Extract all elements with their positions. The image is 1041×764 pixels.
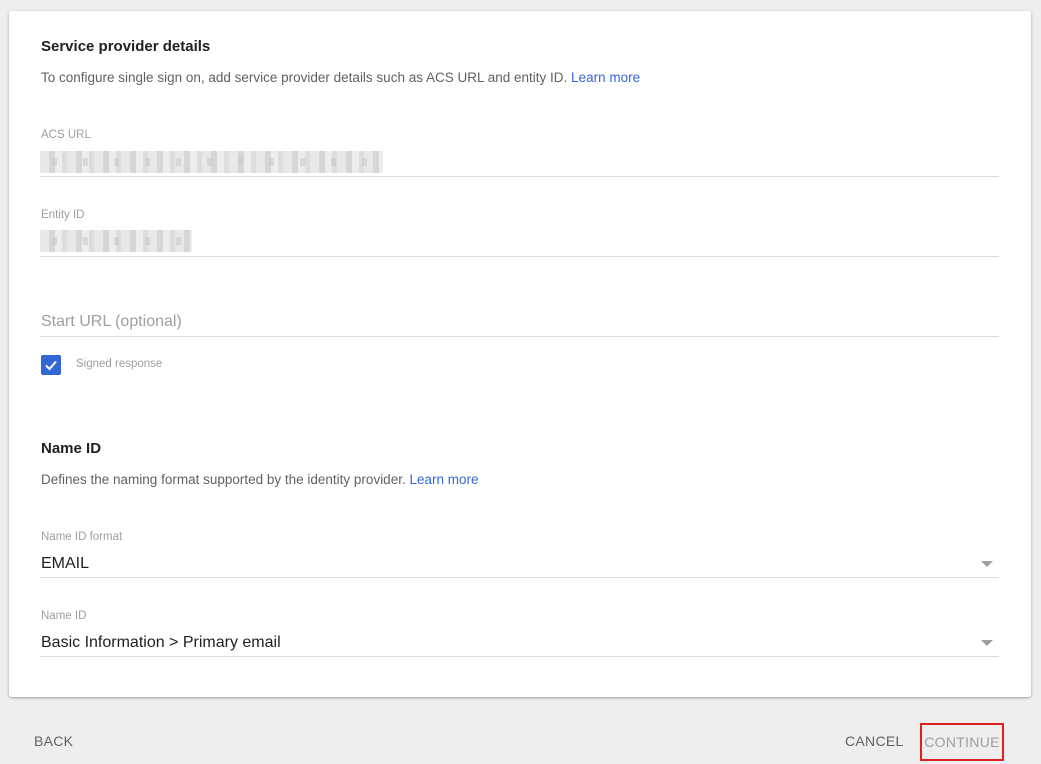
service-provider-title: Service provider details bbox=[41, 38, 211, 55]
entity-id-label: Entity ID bbox=[41, 209, 85, 221]
continue-button-label: CONTINUE bbox=[924, 734, 1000, 750]
check-icon bbox=[45, 360, 57, 371]
dropdown-arrow-icon bbox=[981, 640, 993, 646]
name-id-format-select[interactable]: EMAIL bbox=[40, 551, 999, 577]
continue-button[interactable]: CONTINUE bbox=[920, 723, 1004, 761]
cancel-button[interactable]: CANCEL bbox=[845, 733, 904, 749]
sso-config-card: Service provider details To configure si… bbox=[9, 11, 1031, 697]
name-id-label: Name ID bbox=[41, 610, 87, 622]
dropdown-arrow-icon bbox=[981, 561, 993, 567]
name-id-value: Basic Information > Primary email bbox=[41, 634, 281, 651]
service-provider-description: To configure single sign on, add service… bbox=[41, 70, 568, 85]
start-url-underline bbox=[40, 336, 999, 337]
name-id-description-row: Defines the naming format supported by t… bbox=[41, 472, 479, 487]
name-id-format-label: Name ID format bbox=[41, 531, 123, 543]
name-id-underline bbox=[40, 656, 999, 657]
signed-response-label: Signed response bbox=[76, 358, 163, 370]
name-id-select[interactable]: Basic Information > Primary email bbox=[40, 630, 999, 656]
entity-id-field[interactable] bbox=[40, 230, 192, 252]
service-provider-learn-more-link[interactable]: Learn more bbox=[571, 70, 640, 85]
name-id-format-underline bbox=[40, 577, 999, 578]
service-provider-description-row: To configure single sign on, add service… bbox=[41, 70, 640, 85]
name-id-format-value: EMAIL bbox=[41, 555, 90, 572]
name-id-description: Defines the naming format supported by t… bbox=[41, 472, 406, 487]
start-url-input[interactable]: Start URL (optional) bbox=[41, 313, 182, 331]
entity-id-underline bbox=[40, 256, 999, 257]
acs-url-label: ACS URL bbox=[41, 129, 91, 141]
name-id-learn-more-link[interactable]: Learn more bbox=[409, 472, 478, 487]
back-button[interactable]: BACK bbox=[34, 733, 73, 749]
name-id-section-title: Name ID bbox=[41, 440, 102, 457]
acs-url-field[interactable] bbox=[40, 151, 383, 173]
signed-response-checkbox[interactable] bbox=[41, 355, 61, 375]
acs-url-underline bbox=[40, 176, 999, 177]
